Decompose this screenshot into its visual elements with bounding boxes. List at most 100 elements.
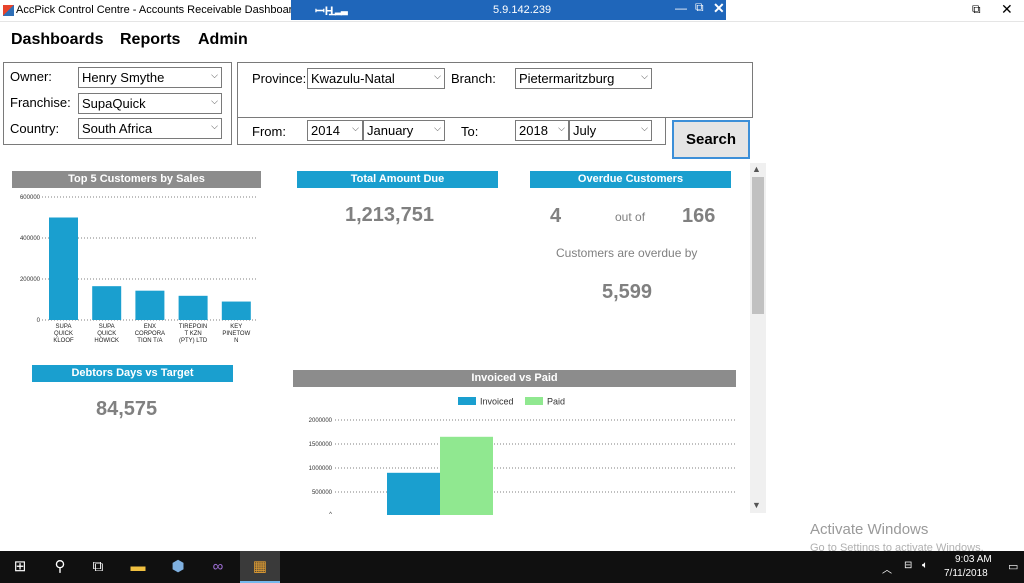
notification-icon[interactable]: ▭ [1008,560,1018,573]
branch-select[interactable]: Pietermaritzburg ⌵ [515,68,652,89]
legend-swatch [458,397,476,405]
total-due-header: Total Amount Due [297,171,498,188]
to-year-select[interactable]: 2018 ⌵ [515,120,569,141]
top5-customers-header: Top 5 Customers by Sales [12,171,261,188]
from-year-select[interactable]: 2014 ⌵ [307,120,363,141]
debtors-days-value: 84,575 [96,398,158,420]
y-tick-label: 1500000 [309,442,333,448]
scrollbar-thumb[interactable] [752,177,764,314]
connection-signal-icon: ▁▂▃ [329,5,348,15]
overdue-total: 166 [682,205,716,227]
remote-close-icon[interactable]: ✕ [713,0,725,17]
bar [49,217,78,320]
x-tick-label: SUPA [56,324,72,330]
network-icon[interactable]: ⊟ [904,560,912,571]
x-tick-label: (PTY) LTD [179,338,208,344]
franchise-value: SupaQuick [82,96,146,111]
to-year-value: 2018 [519,123,548,138]
window-title-bar: AccPick Control Centre - Accounts Receiv… [0,0,1024,22]
from-label: From: [252,124,286,139]
search-icon[interactable]: ⚲ [40,551,80,583]
overdue-by-text: Customers are overdue by [556,246,698,260]
bar [440,436,493,515]
overdue-out-of: out of [615,210,646,224]
remote-minimize-icon[interactable]: — [675,1,687,15]
x-tick-label: KLOOF [53,338,74,344]
bar [387,472,440,515]
x-tick-label: TIREPOIN [179,324,207,330]
y-tick-label: 500000 [312,490,333,496]
x-tick-label: SUPA [99,324,115,330]
bar [92,286,122,320]
y-tick-label: 1000000 [309,466,333,472]
window-title: AccPick Control Centre - Accounts Receiv… [16,4,299,16]
menu-admin[interactable]: Admin [198,31,248,49]
chevron-down-icon: ⌵ [352,123,359,133]
bar [178,295,208,320]
province-select[interactable]: Kwazulu-Natal ⌵ [307,68,445,89]
accpick-app-icon[interactable]: ▦ [240,551,280,583]
province-value: Kwazulu-Natal [311,71,395,86]
volume-icon[interactable]: 🔈︎ [922,560,928,571]
windows-start-icon[interactable]: ⊞ [0,551,40,583]
owner-value: Henry Smythe [82,70,165,85]
branch-label: Branch: [451,71,496,86]
search-button[interactable]: Search [672,120,750,159]
task-view-icon[interactable]: ⧉ [78,551,118,583]
x-tick-label: QUICK [97,331,116,337]
chevron-down-icon: ⌵ [558,123,565,133]
top5-customers-chart: 6000004000002000000SUPAQUICKKLOOFSUPAQUI… [20,195,258,344]
x-tick-label: TION T/A [137,338,162,344]
from-month-value: January [367,123,414,138]
invoiced-vs-paid-chart: Invoiced Paid 2000000 1500000 1000000 500000 ^ [309,397,735,515]
y-tick-label: ^ [329,512,332,515]
bar [221,301,251,320]
chevron-down-icon: ⌵ [434,71,441,81]
clock-date[interactable]: 7/11/2018 [944,568,988,579]
chevron-down-icon: ⌵ [211,96,218,106]
franchise-select[interactable]: SupaQuick ⌵ [78,93,222,114]
window-close-icon[interactable]: ✕ [1001,1,1013,18]
taskbar: ⊞ ⚲ ⧉ ▬ ⬢ ∞ ▦ ︿ ⊟ 🔈︎ 9:03 AM 7/11/2018 ▭ [0,551,1024,583]
x-tick-label: KEY [230,324,242,330]
to-month-select[interactable]: July ⌵ [569,120,652,141]
clock-time[interactable]: 9:03 AM [955,554,992,565]
x-tick-label: HOWICK [94,338,119,344]
chevron-down-icon: ⌵ [211,70,218,80]
from-month-select[interactable]: January ⌵ [363,120,445,141]
y-tick-label: 400000 [20,236,41,242]
chevron-up-icon[interactable]: ︿ [882,561,892,576]
x-tick-label: PINETOW [222,331,250,337]
x-tick-label: CORPORA [135,331,165,337]
remote-restore-icon[interactable]: ⧉ [695,0,704,15]
bar [135,290,165,320]
scroll-up-icon[interactable]: ▲ [752,164,761,174]
remote-connection-bar[interactable]: ꟷH ▁▂▃ 5.9.142.239 — ⧉ ✕ [291,0,726,20]
overdue-by-value: 5,599 [602,281,653,303]
visual-studio-icon[interactable]: ∞ [198,551,238,583]
menu-dashboards[interactable]: Dashboards [11,31,103,49]
x-tick-label: T KZN [184,331,201,337]
y-tick-label: 2000000 [309,418,333,424]
file-explorer-icon[interactable]: ▬ [118,551,158,583]
chevron-down-icon: ⌵ [434,123,441,133]
y-tick-label: 200000 [20,277,41,283]
menu-reports[interactable]: Reports [120,31,180,49]
scroll-down-icon[interactable]: ▼ [752,500,761,510]
activation-watermark-title: Activate Windows [810,521,929,538]
legend-label: Invoiced [480,397,514,407]
country-value: South Africa [82,121,153,136]
virtualbox-icon[interactable]: ⬢ [158,551,198,583]
y-tick-label: 600000 [20,195,41,201]
remote-ip-label: 5.9.142.239 [493,4,552,16]
to-label: To: [461,124,479,139]
y-tick-label: 0 [37,318,41,324]
chevron-down-icon: ⌵ [211,121,218,131]
legend-label: Paid [547,397,565,407]
country-select[interactable]: South Africa ⌵ [78,118,222,139]
window-restore-icon[interactable]: ⧉ [972,2,981,17]
app-logo-icon [3,5,14,16]
overdue-customers-header: Overdue Customers [530,171,731,188]
branch-value: Pietermaritzburg [519,71,615,86]
owner-select[interactable]: Henry Smythe ⌵ [78,67,222,88]
